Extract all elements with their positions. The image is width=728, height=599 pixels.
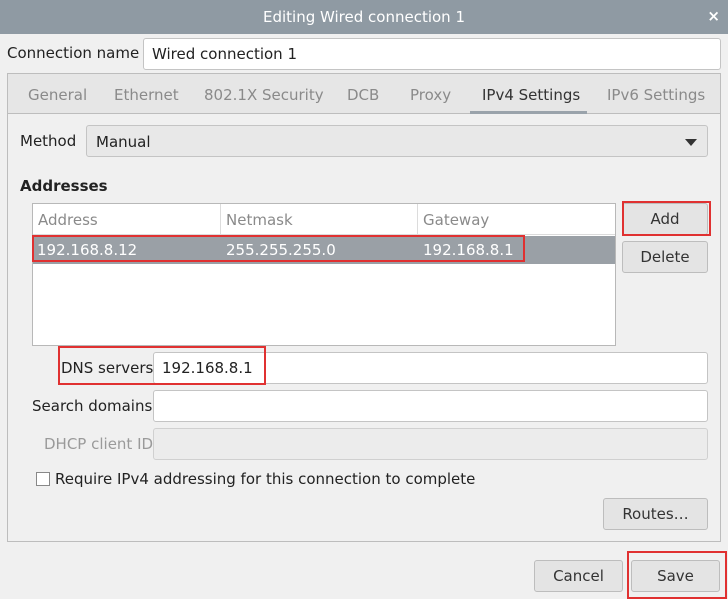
close-icon[interactable]: × [707,7,720,25]
tab-proxy[interactable]: Proxy [410,86,451,104]
search-domains-input[interactable] [153,390,708,422]
method-dropdown[interactable]: Manual [86,125,708,157]
dns-servers-input[interactable] [153,352,708,384]
require-ipv4-label[interactable]: Require IPv4 addressing for this connect… [55,470,475,488]
add-button[interactable]: Add [622,203,708,235]
netmask-cell[interactable]: 255.255.255.0 [226,241,336,259]
search-domains-label: Search domains [32,397,153,415]
save-button[interactable]: Save [631,560,720,592]
tab-ethernet[interactable]: Ethernet [114,86,179,104]
dhcp-client-id-label: DHCP client ID [44,435,154,453]
address-cell[interactable]: 192.168.8.12 [37,241,137,259]
require-ipv4-checkbox[interactable] [36,472,50,486]
connection-name-label: Connection name [7,44,140,62]
chevron-down-icon [685,139,697,146]
addresses-heading: Addresses [20,177,108,195]
cancel-button[interactable]: Cancel [534,560,623,592]
column-header-netmask[interactable]: Netmask [221,204,418,235]
delete-button[interactable]: Delete [622,241,708,273]
active-tab-indicator [470,111,587,114]
method-value: Manual [96,133,151,151]
column-header-address[interactable]: Address [33,204,221,235]
tab-dcb[interactable]: DCB [347,86,379,104]
tab-ipv6-settings[interactable]: IPv6 Settings [607,86,705,104]
column-header-gateway[interactable]: Gateway [418,204,615,235]
title-bar: Editing Wired connection 1 × [0,0,728,34]
method-label: Method [20,132,77,150]
addresses-table: Address Netmask Gateway 192.168.8.12 255… [32,203,616,346]
tab-general[interactable]: General [28,86,87,104]
table-row[interactable]: 192.168.8.12 255.255.255.0 192.168.8.1 [33,236,615,264]
dhcp-client-id-input [153,428,708,460]
routes-button[interactable]: Routes… [603,498,708,530]
tab-ipv4-settings[interactable]: IPv4 Settings [482,86,580,104]
tab-8021x-security[interactable]: 802.1X Security [204,86,324,104]
gateway-cell[interactable]: 192.168.8.1 [423,241,514,259]
connection-name-input[interactable] [143,38,721,70]
dns-servers-label: DNS servers [61,359,154,377]
tab-bar: General Ethernet 802.1X Security DCB Pro… [7,73,721,114]
window-title: Editing Wired connection 1 [263,8,465,26]
